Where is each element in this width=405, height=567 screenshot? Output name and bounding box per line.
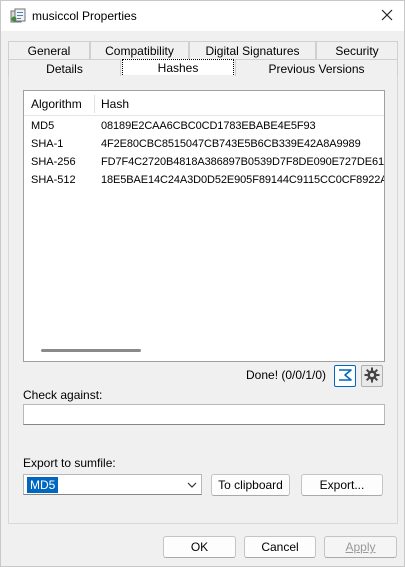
algorithm-select[interactable]: MD5: [23, 474, 202, 495]
list-item[interactable]: SHA-512 18E5BAE14C24A3D0D52E905F89144C91…: [24, 172, 384, 190]
column-header-hash[interactable]: Hash: [101, 97, 129, 111]
algorithm-cell: MD5: [31, 120, 55, 132]
horizontal-scrollbar[interactable]: [41, 349, 141, 352]
list-item[interactable]: SHA-1 4F2E80CBC8515047CB743E5B6CB339E42A…: [24, 136, 384, 154]
check-against-label: Check against:: [23, 388, 103, 402]
tab-label: Compatibility: [105, 44, 174, 58]
hash-list[interactable]: Algorithm Hash MD5 08189E2CAA6CBC0CD1783…: [23, 90, 385, 362]
close-icon: [381, 9, 393, 24]
list-header: Algorithm Hash: [24, 91, 384, 116]
settings-button[interactable]: [361, 365, 383, 387]
ok-button[interactable]: OK: [163, 536, 236, 558]
button-label: OK: [190, 540, 209, 554]
column-header-algorithm[interactable]: Algorithm: [31, 97, 82, 111]
chevron-down-icon: [187, 479, 197, 489]
export-button[interactable]: Export...: [301, 474, 383, 496]
list-item[interactable]: MD5 08189E2CAA6CBC0CD1783EBABE4E5F93: [24, 118, 384, 136]
hash-cell: FD7F4C2720B4818A386897B0539D7F8DE090E727…: [101, 156, 385, 168]
tab-label: General: [27, 44, 71, 58]
sum-button[interactable]: [334, 365, 356, 387]
status-text: Done! (0/0/1/0): [246, 368, 327, 382]
button-label: To clipboard: [218, 478, 283, 492]
tab-label: Security: [335, 44, 379, 58]
close-button[interactable]: [370, 1, 404, 31]
button-label: Apply: [345, 540, 376, 554]
tab-hashes[interactable]: Hashes: [122, 59, 234, 75]
selected-algorithm: MD5: [27, 477, 59, 493]
tab-label: Details: [46, 62, 83, 76]
hash-cell: 4F2E80CBC8515047CB743E5B6CB339E42A8A9989: [101, 138, 361, 150]
window-title: musiccol Properties: [32, 9, 137, 23]
apply-button[interactable]: Apply: [324, 536, 397, 558]
tab-label: Digital Signatures: [205, 44, 300, 58]
hash-cell: 18E5BAE14C24A3D0D52E905F89144C9115CC0CF8…: [101, 174, 385, 186]
sigma-icon: [337, 368, 353, 385]
button-label: Export...: [319, 478, 365, 492]
tab-security[interactable]: Security: [316, 41, 398, 60]
tab-label: Hashes: [157, 60, 199, 75]
gear-icon: [364, 367, 380, 386]
button-label: Cancel: [261, 540, 299, 554]
tab-digital-signatures[interactable]: Digital Signatures: [189, 41, 316, 60]
title-bar: musiccol Properties: [1, 1, 404, 31]
properties-app-icon: [10, 8, 26, 24]
tab-compatibility[interactable]: Compatibility: [90, 41, 189, 60]
algorithm-cell: SHA-512: [31, 174, 76, 186]
list-item[interactable]: SHA-256 FD7F4C2720B4818A386897B0539D7F8D…: [24, 154, 384, 172]
to-clipboard-button[interactable]: To clipboard: [211, 474, 290, 496]
algorithm-cell: SHA-256: [31, 156, 76, 168]
column-divider[interactable]: [94, 95, 95, 113]
properties-window: musiccol Properties General Compatibilit…: [0, 0, 405, 567]
tab-general[interactable]: General: [8, 41, 90, 60]
hash-cell: 08189E2CAA6CBC0CD1783EBABE4E5F93: [101, 120, 316, 132]
check-against-input[interactable]: [23, 404, 385, 425]
export-label: Export to sumfile:: [23, 456, 116, 470]
tab-label: Previous Versions: [268, 62, 365, 76]
cancel-button[interactable]: Cancel: [244, 536, 316, 558]
algorithm-cell: SHA-1: [31, 138, 64, 150]
